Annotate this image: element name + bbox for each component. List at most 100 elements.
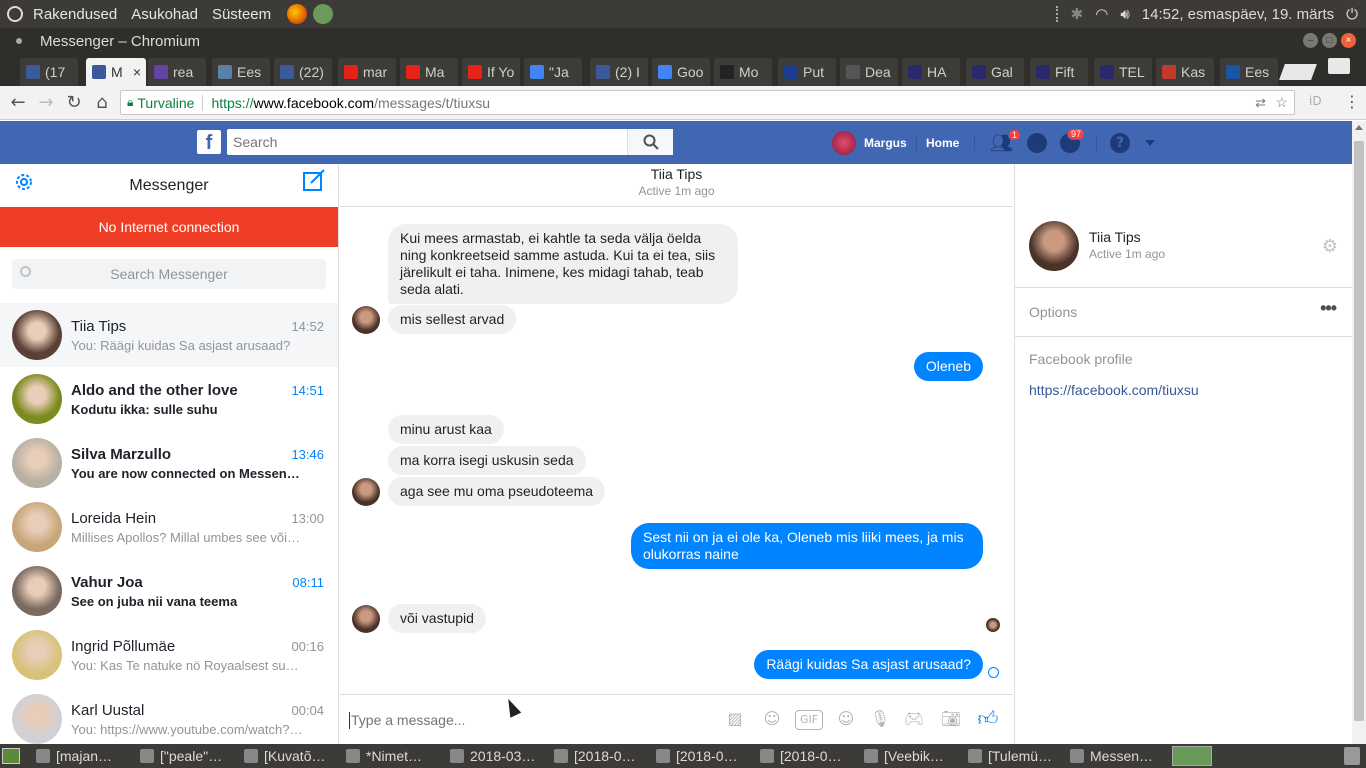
sender-avatar[interactable]	[352, 605, 380, 633]
outgoing-message[interactable]: Oleneb	[913, 352, 983, 381]
os-menu-places[interactable]: Asukohad	[131, 6, 198, 23]
conversation-item[interactable]: Karl Uustal You: https://www.youtube.com/…	[0, 687, 338, 744]
conversation-item[interactable]: Aldo and the other love Kodutu ikka: sull…	[0, 367, 338, 431]
taskbar-item[interactable]: [Tulemü…	[968, 746, 1066, 766]
settings-gear-icon[interactable]	[12, 170, 36, 194]
taskbar-item[interactable]: 2018-03…	[450, 746, 548, 766]
facebook-logo-icon[interactable]: f	[197, 130, 221, 154]
image-icon[interactable]: ▨	[723, 709, 747, 731]
taskbar-item[interactable]: Messen…	[1070, 746, 1168, 766]
incoming-message[interactable]: või vastupid	[388, 604, 486, 633]
ubuntu-logo-icon[interactable]	[7, 6, 23, 22]
sender-avatar[interactable]	[352, 306, 380, 334]
compose-icon[interactable]	[302, 168, 326, 192]
firefox-launcher-icon[interactable]	[287, 4, 308, 24]
browser-tab[interactable]: Ma	[400, 58, 458, 86]
facebook-search-input[interactable]	[227, 130, 627, 154]
browser-tab[interactable]: (2) I	[590, 58, 648, 86]
browser-tab[interactable]: HA	[902, 58, 960, 86]
maximize-button[interactable]: □	[1322, 33, 1337, 48]
details-avatar[interactable]	[1029, 221, 1079, 271]
emoji-icon[interactable]: ☺	[834, 709, 858, 731]
browser-tab[interactable]: mar	[338, 58, 396, 86]
page-scrollbar[interactable]	[1352, 121, 1366, 744]
new-tab-button[interactable]	[1279, 64, 1317, 80]
help-icon[interactable]: ?	[1110, 133, 1130, 153]
conversation-item[interactable]: Tiia Tips You: Räägi kuidas Sa asjast aru…	[0, 303, 338, 367]
browser-tab[interactable]: Kas	[1156, 58, 1214, 86]
browser-tab[interactable]: (22)	[274, 58, 332, 86]
scroll-up-arrow[interactable]	[1355, 125, 1363, 130]
game-icon[interactable]: 🎮︎	[902, 709, 926, 731]
tab-close-icon[interactable]: ×	[133, 64, 141, 80]
incoming-message[interactable]: ma korra isegi uskusin seda	[388, 446, 586, 475]
browser-tab[interactable]: Dea	[840, 58, 898, 86]
browser-tab[interactable]: TEL	[1094, 58, 1152, 86]
browser-tab[interactable]: "Ja	[524, 58, 582, 86]
scrollbar-thumb[interactable]	[1354, 141, 1364, 721]
conversation-item[interactable]: Ingrid Põllumäe You: Kas Te natuke nö Roy…	[0, 623, 338, 687]
incoming-message[interactable]: mis sellest arvad	[388, 305, 517, 334]
trash-icon[interactable]	[1344, 747, 1360, 765]
browser-tab[interactable]: (17	[20, 58, 78, 86]
app-launcher-icon[interactable]	[313, 4, 334, 24]
search-button[interactable]	[627, 129, 673, 155]
incoming-message[interactable]: aga see mu oma pseudoteema	[388, 477, 606, 506]
incoming-message[interactable]: Kui mees armastab, ei kahtle ta seda väl…	[388, 224, 738, 304]
browser-tab[interactable]: If Yo	[462, 58, 520, 86]
volume-icon[interactable]: 🔊︎	[1120, 6, 1129, 23]
outgoing-message[interactable]: Räägi kuidas Sa asjast arusaad?	[754, 650, 983, 679]
show-desktop-icon[interactable]	[2, 748, 20, 764]
camera-icon[interactable]: 📷︎	[939, 709, 963, 731]
extension-id-icon[interactable]: iD	[1309, 94, 1322, 108]
browser-tab[interactable]: Mo	[714, 58, 772, 86]
browser-tab[interactable]: Put	[778, 58, 836, 86]
account-menu-icon[interactable]	[1145, 140, 1155, 146]
os-menu-system[interactable]: Süsteem	[212, 6, 271, 23]
taskbar-item[interactable]: [Veebik…	[864, 746, 962, 766]
messenger-icon[interactable]	[1027, 133, 1047, 153]
taskbar-item[interactable]: [Kuvatõ…	[244, 746, 342, 766]
browser-menu-icon[interactable]: ⋮	[1344, 92, 1360, 111]
sender-avatar[interactable]	[352, 478, 380, 506]
taskbar-item[interactable]: [2018-0…	[656, 746, 754, 766]
window-menu-icon[interactable]	[16, 38, 22, 44]
workspace-switcher[interactable]	[1172, 746, 1212, 766]
browser-tab[interactable]: Goo	[652, 58, 710, 86]
browser-tab[interactable]: Ees	[212, 58, 270, 86]
profile-link[interactable]: https://facebook.com/tiuxsu	[1029, 382, 1199, 398]
sticker-icon[interactable]: ☺	[760, 709, 784, 731]
taskbar-item[interactable]: *Nimet…	[346, 746, 444, 766]
clock[interactable]: 14:52, esmaspäev, 19. märts	[1142, 6, 1334, 23]
like-thumb-icon[interactable]: 👍︎	[976, 706, 1000, 730]
lock-icon[interactable]: 🔒︎	[127, 95, 133, 110]
browser-tab[interactable]: rea	[148, 58, 206, 86]
message-input[interactable]	[351, 711, 711, 728]
taskbar-item[interactable]: ["peale"…	[140, 746, 238, 766]
secure-label[interactable]: Turvaline	[137, 95, 194, 111]
microphone-icon[interactable]: 🎙︎	[868, 709, 892, 731]
outgoing-message[interactable]: Sest nii on ja ei ole ka, Oleneb mis lii…	[631, 523, 983, 569]
incoming-message[interactable]: minu arust kaa	[388, 415, 504, 444]
gif-icon[interactable]: GIF	[795, 710, 823, 730]
forward-button[interactable]: →	[32, 92, 60, 113]
profile-icon[interactable]	[1328, 58, 1350, 74]
power-icon[interactable]: ⏻	[1346, 6, 1358, 23]
profile-link[interactable]: Margus	[832, 121, 907, 164]
reload-button[interactable]: ↻	[60, 92, 88, 113]
taskbar-item[interactable]: [2018-0…	[760, 746, 858, 766]
home-button[interactable]: ⌂	[88, 92, 116, 113]
back-button[interactable]: ←	[4, 92, 32, 113]
browser-tab[interactable]: Ees	[1220, 58, 1278, 86]
wifi-icon[interactable]: ◠	[1095, 5, 1108, 23]
options-section[interactable]: Options •••	[1015, 288, 1352, 337]
browser-tab[interactable]: M ×	[86, 58, 146, 86]
details-gear-icon[interactable]: ⚙	[1322, 236, 1338, 257]
bookmark-star-icon[interactable]: ☆	[1275, 94, 1288, 111]
more-options-icon[interactable]: •••	[1320, 298, 1337, 319]
minimize-button[interactable]: –	[1303, 33, 1318, 48]
conversation-item[interactable]: Vahur Joa See on juba nii vana teema 08:11	[0, 559, 338, 623]
bluetooth-icon[interactable]: ✱	[1071, 5, 1084, 23]
conversation-item[interactable]: Silva Marzullo You are now connected on M…	[0, 431, 338, 495]
browser-tab[interactable]: Fift	[1030, 58, 1088, 86]
